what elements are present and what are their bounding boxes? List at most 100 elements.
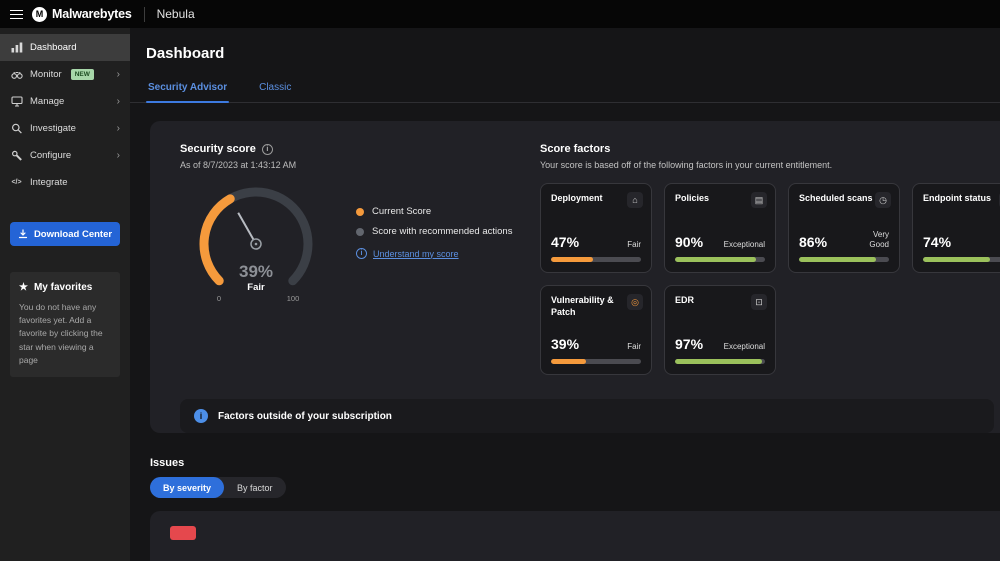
page-title: Dashboard bbox=[146, 45, 1000, 62]
factor-rating: Fair bbox=[627, 342, 641, 352]
edr-icon: ⊡ bbox=[751, 294, 767, 310]
factor-progress-bar bbox=[799, 257, 889, 262]
factor-value: 74% bbox=[923, 234, 951, 250]
legend-recommended-score: Score with recommended actions bbox=[356, 226, 512, 237]
monitor-icon bbox=[10, 69, 23, 80]
tab-security-advisor[interactable]: Security Advisor bbox=[146, 75, 229, 102]
dashboard-icon bbox=[10, 42, 23, 53]
score-timestamp: As of 8/7/2023 at 1:43:12 AM bbox=[180, 160, 540, 170]
sidebar-item-investigate[interactable]: Investigate › bbox=[0, 115, 130, 142]
factor-card-deployment[interactable]: Deployment ⌂ 47% Fair bbox=[540, 183, 652, 273]
factor-progress-bar bbox=[551, 257, 641, 262]
configure-icon bbox=[10, 150, 23, 161]
factor-rating: Fair bbox=[627, 240, 641, 250]
tab-bar: Security Advisor Classic bbox=[130, 75, 1000, 103]
score-factors-title: Score factors bbox=[540, 143, 1000, 155]
download-icon bbox=[18, 229, 28, 239]
factor-rating: Exceptional bbox=[724, 240, 765, 250]
chevron-right-icon: › bbox=[117, 151, 120, 161]
factor-grid: Deployment ⌂ 47% Fair Policies ▤ bbox=[540, 183, 1000, 375]
security-score-gauge: 39% Fair 0 100 bbox=[180, 180, 332, 314]
security-score-title: Security score bbox=[180, 143, 256, 155]
chevron-right-icon: › bbox=[117, 124, 120, 134]
sidebar-item-label: Monitor bbox=[30, 69, 62, 80]
factor-value: 39% bbox=[551, 336, 579, 352]
factor-card-policies[interactable]: Policies ▤ 90% Exceptional bbox=[664, 183, 776, 273]
factor-value: 97% bbox=[675, 336, 703, 352]
scheduled-scans-icon: ◷ bbox=[875, 192, 891, 208]
favorites-empty-text: You do not have any favorites yet. Add a… bbox=[19, 301, 111, 367]
sidebar-item-manage[interactable]: Manage › bbox=[0, 88, 130, 115]
new-badge: NEW bbox=[71, 69, 94, 80]
outside-subscription-label: Factors outside of your subscription bbox=[218, 411, 392, 422]
issues-card bbox=[150, 511, 1000, 561]
severity-badge bbox=[170, 526, 196, 540]
chevron-right-icon: › bbox=[117, 97, 120, 107]
issues-toggle-group: By severity By factor bbox=[150, 477, 286, 498]
sidebar-item-integrate[interactable]: </> Integrate bbox=[0, 169, 130, 196]
issues-title: Issues bbox=[150, 457, 1000, 469]
sidebar-item-label: Integrate bbox=[30, 177, 68, 188]
investigate-icon bbox=[10, 123, 23, 134]
current-score-dot-icon bbox=[356, 208, 364, 216]
gauge-value: 39% bbox=[239, 262, 273, 281]
factor-value: 90% bbox=[675, 234, 703, 250]
brand-name: Malwarebytes bbox=[52, 7, 132, 21]
chevron-right-icon: › bbox=[117, 70, 120, 80]
my-favorites-panel: ★ My favorites You do not have any favor… bbox=[10, 272, 120, 377]
tab-classic[interactable]: Classic bbox=[257, 75, 293, 102]
sidebar-item-dashboard[interactable]: Dashboard bbox=[0, 34, 130, 61]
vulnerability-patch-icon: ◎ bbox=[627, 294, 643, 310]
factor-card-scheduled-scans[interactable]: Scheduled scans ◷ 86% Very Good bbox=[788, 183, 900, 273]
toggle-by-factor[interactable]: By factor bbox=[224, 477, 286, 498]
score-factors-subtitle: Your score is based off of the following… bbox=[540, 160, 1000, 170]
topbar-divider bbox=[144, 7, 145, 22]
factor-value: 86% bbox=[799, 234, 827, 250]
sidebar-item-monitor[interactable]: Monitor NEW › bbox=[0, 61, 130, 88]
favorites-title: My favorites bbox=[34, 282, 92, 293]
deployment-icon: ⌂ bbox=[627, 192, 643, 208]
factor-progress-bar bbox=[551, 359, 641, 364]
malwarebytes-logo-icon: M bbox=[32, 7, 47, 22]
gauge-max-label: 100 bbox=[287, 294, 300, 303]
factor-value: 47% bbox=[551, 234, 579, 250]
star-icon: ★ bbox=[19, 282, 28, 293]
security-score-panel: Security score i As of 8/7/2023 at 1:43:… bbox=[180, 143, 540, 375]
sidebar-item-label: Configure bbox=[30, 150, 71, 161]
download-center-button[interactable]: Download Center bbox=[10, 222, 120, 246]
sidebar-item-label: Investigate bbox=[30, 123, 76, 134]
factors-outside-subscription-row[interactable]: i Factors outside of your subscription bbox=[180, 399, 994, 433]
score-factors-panel: Score factors Your score is based off of… bbox=[540, 143, 1000, 375]
sidebar-item-configure[interactable]: Configure › bbox=[0, 142, 130, 169]
info-icon: i bbox=[194, 409, 208, 423]
product-name: Nebula bbox=[157, 7, 195, 21]
legend-current-score: Current Score bbox=[356, 206, 512, 217]
understand-my-score-link[interactable]: i Understand my score bbox=[356, 248, 512, 259]
recommended-score-dot-icon bbox=[356, 228, 364, 236]
hamburger-menu-icon[interactable] bbox=[10, 10, 23, 19]
info-icon: i bbox=[356, 248, 367, 259]
security-advisor-card: Security score i As of 8/7/2023 at 1:43:… bbox=[150, 121, 1000, 433]
sidebar-item-label: Manage bbox=[30, 96, 64, 107]
top-bar: M Malwarebytes Nebula bbox=[0, 0, 1000, 28]
gauge-min-label: 0 bbox=[217, 294, 221, 303]
gauge-legend: Current Score Score with recommended act… bbox=[356, 206, 512, 314]
sidebar-item-label: Dashboard bbox=[30, 42, 76, 53]
main-content: Dashboard Security Advisor Classic Secur… bbox=[130, 28, 1000, 561]
toggle-by-severity[interactable]: By severity bbox=[150, 477, 224, 498]
download-center-label: Download Center bbox=[34, 229, 112, 240]
sidebar: Dashboard Monitor NEW › Manage › Investi… bbox=[0, 28, 130, 561]
factor-progress-bar bbox=[923, 257, 1000, 262]
info-icon[interactable]: i bbox=[262, 144, 273, 155]
factor-card-edr[interactable]: EDR ⊡ 97% Exceptional bbox=[664, 285, 776, 375]
policies-icon: ▤ bbox=[751, 192, 767, 208]
factor-progress-bar bbox=[675, 359, 765, 364]
factor-card-endpoint-status[interactable]: Endpoint status ▣ 74% bbox=[912, 183, 1000, 273]
factor-rating: Very Good bbox=[869, 230, 889, 250]
gauge-rating: Fair bbox=[247, 282, 265, 293]
manage-icon bbox=[10, 96, 23, 107]
integrate-icon: </> bbox=[10, 179, 23, 186]
factor-progress-bar bbox=[675, 257, 765, 262]
factor-rating: Exceptional bbox=[724, 342, 765, 352]
factor-card-vulnerability-patch[interactable]: Vulnerability & Patch ◎ 39% Fair bbox=[540, 285, 652, 375]
